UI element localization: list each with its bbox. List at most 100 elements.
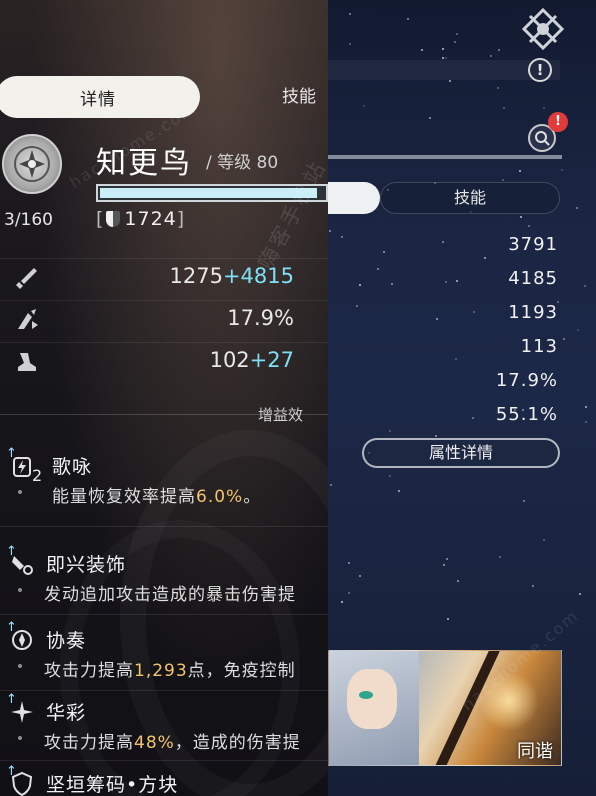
- sword-icon: [14, 265, 40, 291]
- star: [490, 55, 492, 57]
- stat-value: 102+27: [210, 348, 294, 372]
- star: [561, 169, 563, 171]
- star: [363, 105, 365, 107]
- star: [455, 358, 457, 360]
- star: [443, 564, 445, 566]
- star: [473, 311, 475, 313]
- divider: [0, 690, 328, 691]
- arrow-up-icon: ↑: [6, 620, 17, 635]
- sparkle-icon: ↑: [6, 692, 38, 728]
- star: [543, 107, 545, 109]
- star: [389, 475, 391, 477]
- star: [348, 592, 350, 594]
- stat-bonus: +4815: [222, 264, 294, 288]
- arrow-up-icon: ↑: [6, 692, 17, 707]
- tab-details-active[interactable]: [328, 182, 380, 214]
- desc-highlight: 1,293: [134, 661, 188, 681]
- path-emblem-icon: [2, 134, 62, 194]
- star: [454, 41, 456, 43]
- buff-name: 坚垣筹码•方块: [46, 774, 179, 796]
- emblem-icon: [520, 6, 566, 52]
- star: [359, 284, 361, 286]
- combat-power: [1724]: [96, 206, 185, 232]
- buff-desc: 能量恢复效率提高6.0%。: [52, 482, 261, 507]
- star: [445, 281, 447, 283]
- buff-desc: 攻击力提高1,293点，免疫控制: [44, 656, 296, 681]
- star: [407, 18, 409, 20]
- desc-text: 发动追加攻击造成的暴击伤害提: [44, 585, 296, 605]
- star: [383, 251, 385, 253]
- star: [436, 318, 438, 320]
- star: [442, 48, 444, 50]
- power-bracket-open: [: [96, 208, 105, 230]
- bullet-dot: [18, 736, 22, 740]
- star: [585, 406, 587, 408]
- stat-value: 3791: [508, 234, 558, 255]
- star: [377, 268, 379, 270]
- bullet-dot: [18, 490, 22, 494]
- shield-icon: [106, 211, 121, 227]
- star: [330, 484, 332, 486]
- star: [398, 490, 400, 492]
- star: [456, 33, 458, 35]
- star: [519, 170, 521, 172]
- desc-text: ，造成的伤害提: [174, 733, 301, 753]
- divider: [0, 760, 328, 761]
- ensemble-icon: ↑: [6, 620, 38, 656]
- tab-skills[interactable]: 技能: [282, 76, 316, 118]
- star: [498, 49, 500, 51]
- star: [503, 107, 505, 109]
- speed-icon: [14, 349, 40, 375]
- attribute-details-button[interactable]: 属性详情: [362, 438, 560, 468]
- star: [356, 305, 358, 307]
- star: [532, 585, 534, 587]
- desc-text: 能量恢复效率提高: [52, 487, 196, 507]
- star: [442, 57, 444, 59]
- star: [484, 257, 486, 259]
- star: [579, 593, 581, 595]
- portrait-eye: [359, 691, 373, 699]
- divider-bar: [328, 155, 562, 159]
- divider: [0, 614, 328, 615]
- top-bar: [328, 60, 560, 80]
- stat-base: 17.9%: [227, 306, 294, 330]
- star: [329, 230, 331, 232]
- stat-row-spd: 102+27: [0, 342, 328, 380]
- star: [442, 241, 444, 243]
- star: [435, 435, 437, 437]
- desc-highlight: 48%: [134, 733, 175, 753]
- info-button[interactable]: !: [528, 58, 552, 82]
- stat-bonus: +27: [249, 348, 294, 372]
- crit-icon: [14, 307, 40, 333]
- star: [447, 618, 449, 620]
- buff-name: 华彩: [46, 702, 87, 724]
- arrow-up-icon: ↑: [6, 764, 17, 779]
- star: [563, 338, 565, 340]
- arrow-up-icon: ↑: [6, 544, 17, 559]
- star: [584, 285, 586, 287]
- search-icon: [535, 131, 550, 146]
- shield-buff-icon: ↑: [6, 764, 38, 796]
- stats-panel: ! ! 技能 3791 4185 1193 113 17.9% 55.1% 属性…: [328, 0, 596, 796]
- star: [389, 430, 391, 432]
- star: [520, 216, 522, 218]
- buff-desc: 攻击力提高48%，造成的伤害提: [44, 728, 301, 753]
- stat-value: 4185: [508, 268, 558, 289]
- arrow-up-icon: ↑: [6, 446, 17, 461]
- star: [456, 280, 458, 282]
- divider: [0, 526, 328, 527]
- stat-row-crit: 17.9%: [0, 300, 328, 338]
- star: [341, 601, 343, 603]
- star: [528, 225, 530, 227]
- star: [341, 236, 343, 238]
- character-detail-panel: 详情 技能 知更鸟 / 等级 80 3/160 [1724] 1275+4815…: [0, 0, 328, 796]
- buff-name: 即兴装饰: [46, 554, 127, 576]
- star: [543, 539, 545, 541]
- character-portrait[interactable]: 同谐: [328, 650, 562, 766]
- exp-count: 3/160: [4, 210, 53, 230]
- alert-badge: !: [548, 112, 568, 132]
- star: [457, 580, 459, 582]
- desc-highlight: 6.0%: [196, 487, 244, 507]
- tab-skills[interactable]: 技能: [380, 182, 560, 214]
- star: [446, 558, 448, 560]
